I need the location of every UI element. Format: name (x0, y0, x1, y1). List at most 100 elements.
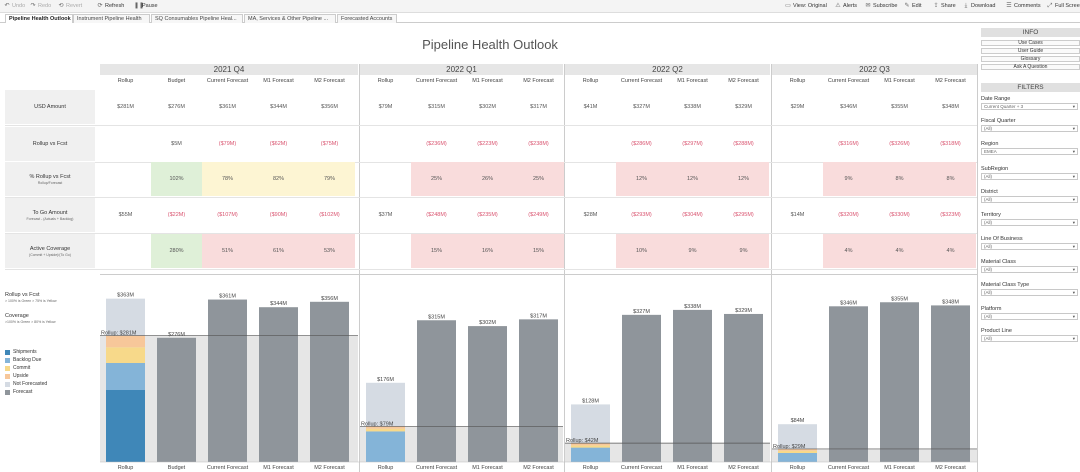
table-cell: ($79M) (218, 141, 237, 147)
subscribe-button[interactable]: ✉ Subscribe (865, 3, 897, 9)
filter-dropdown[interactable]: (All) ▾ (981, 125, 1078, 132)
category-label: Rollup (583, 465, 599, 471)
forecast-bar (310, 301, 349, 462)
info-link[interactable]: Glossary (981, 56, 1080, 62)
comments-button[interactable]: ☰ Comments (1006, 3, 1040, 9)
undo-button[interactable]: ↶ Undo (4, 3, 25, 9)
info-link[interactable]: Ask A Question (981, 64, 1080, 70)
bar-value-label: $348M (942, 299, 959, 305)
table-cell: 12% (718, 162, 769, 196)
stack-segment-commit (106, 347, 145, 363)
column-header: M1 Forecast (263, 78, 294, 84)
bar-value-label: $344M (270, 301, 287, 307)
category-label: M2 Forecast (728, 465, 759, 471)
filter-value: (All) (984, 174, 992, 179)
stack-segment-backlog-due (778, 453, 817, 462)
table-cell: ($236M) (426, 141, 447, 147)
quarter-header: 2022 Q2 (565, 64, 770, 75)
table-cell: 15% (513, 234, 564, 268)
bar-value-label: $317M (530, 313, 547, 319)
category-label: M1 Forecast (263, 465, 294, 471)
filter-label: Material Class (981, 259, 1016, 265)
category-label: M2 Forecast (935, 465, 966, 471)
tab-1[interactable]: Instrument Pipeline Health (73, 14, 150, 23)
table-cell (360, 234, 411, 268)
bar-value-label: $276M (168, 332, 185, 338)
tab-3[interactable]: MA, Services & Other Pipeline ... (244, 14, 336, 23)
filter-value: (All) (984, 220, 992, 225)
category-label: M1 Forecast (472, 465, 503, 471)
edit-button[interactable]: ✎ Edit (904, 3, 921, 9)
row-divider (5, 269, 977, 270)
toolbar-label: Redo (38, 3, 52, 9)
filter-dropdown[interactable]: EMEA ▾ (981, 148, 1078, 155)
filter-dropdown[interactable]: (All) ▾ (981, 313, 1078, 320)
table-cell: 4% (874, 234, 925, 268)
table-cell: ($323M) (940, 212, 961, 218)
table-cell: 9% (667, 234, 718, 268)
redo-button[interactable]: ↷ Redo (30, 3, 51, 9)
stack-segment-not-forecasted (366, 382, 405, 427)
table-cell: 61% (253, 234, 304, 268)
stack-segment-backlog-due (106, 363, 145, 390)
download-button[interactable]: ⤓ Download (963, 3, 996, 9)
row-label-sub: (Commit + Upside)/(To Go) (29, 252, 71, 257)
filter-dropdown[interactable]: (All) ▾ (981, 219, 1078, 226)
filter-dropdown[interactable]: (All) ▾ (981, 243, 1078, 250)
filter-dropdown[interactable]: (All) ▾ (981, 335, 1078, 342)
legend-swatch (5, 381, 10, 387)
tab-2[interactable]: SQ Consumables Pipeline Heal... (151, 14, 243, 23)
row-label-text: Rollup vs Fcst (32, 141, 68, 147)
table-cell: 82% (253, 162, 304, 196)
pause-icon: ❚❚ (134, 3, 145, 9)
rollup-reference-label: Rollup: $281M (101, 331, 137, 337)
view-original-button[interactable]: ▭ View: Original (785, 3, 827, 9)
legend-label: Shipments (13, 349, 37, 355)
bar-value-label: $356M (321, 296, 338, 302)
info-link[interactable]: Use Cases (981, 40, 1080, 46)
rollup-reference-label: Rollup: $42M (566, 438, 599, 444)
info-link[interactable]: User Guide (981, 48, 1080, 54)
table-cell: ($295M) (733, 212, 754, 218)
table-cell (100, 127, 151, 161)
legend-coverage-title: Coverage (5, 313, 29, 319)
tab-4[interactable]: Forecasted Accounts (337, 14, 397, 23)
chart-top-border (100, 274, 977, 275)
quarter-header: 2022 Q3 (772, 64, 977, 75)
column-header: M2 Forecast (314, 78, 345, 84)
filter-label: Product Line (981, 328, 1012, 334)
row-label-text: % Rollup vs Fcst (29, 173, 71, 180)
filter-label: SubRegion (981, 166, 1009, 172)
table-cell: ($235M) (477, 212, 498, 218)
filter-value: (All) (984, 267, 992, 272)
category-label: Rollup (790, 465, 806, 471)
toolbar-label: Pause (142, 3, 158, 9)
filter-label: Line Of Business (981, 236, 1023, 242)
refresh-button[interactable]: ⟳ Refresh (97, 3, 124, 9)
table-cell: 53% (304, 234, 355, 268)
alerts-button[interactable]: ⚠ Alerts (835, 3, 857, 9)
table-cell: ($320M) (838, 212, 859, 218)
pause-button[interactable]: ❚❚ Pause (134, 3, 158, 9)
stack-segment-backlog-due (571, 447, 610, 462)
filter-value: EMEA (984, 149, 997, 154)
table-cell: ($238M) (528, 141, 549, 147)
chevron-down-icon: ▾ (1072, 220, 1075, 225)
row-label-text: USD Amount (34, 104, 66, 110)
filter-dropdown[interactable]: (All) ▾ (981, 266, 1078, 273)
filter-dropdown[interactable]: Current Quarter + 3 ▾ (981, 103, 1078, 110)
filter-dropdown[interactable]: (All) ▾ (981, 196, 1078, 203)
revert-button[interactable]: ⟲ Revert (58, 3, 82, 9)
column-header: Budget (167, 78, 186, 84)
full-screen-button[interactable]: ⤢Full Screen (1047, 3, 1080, 9)
table-cell: 8% (925, 162, 976, 196)
bar-value-label: $315M (428, 314, 445, 320)
tab-0[interactable]: Pipeline Health Outlook (5, 14, 73, 23)
rollup-band (565, 443, 770, 462)
filter-dropdown[interactable]: (All) ▾ (981, 289, 1078, 296)
toolbar-label: Subscribe (873, 3, 898, 9)
share-button[interactable]: ⇪ Share (933, 3, 955, 9)
toolbar-label: Alerts (843, 3, 858, 9)
filter-dropdown[interactable]: (All) ▾ (981, 173, 1078, 180)
table-cell: 9% (718, 234, 769, 268)
